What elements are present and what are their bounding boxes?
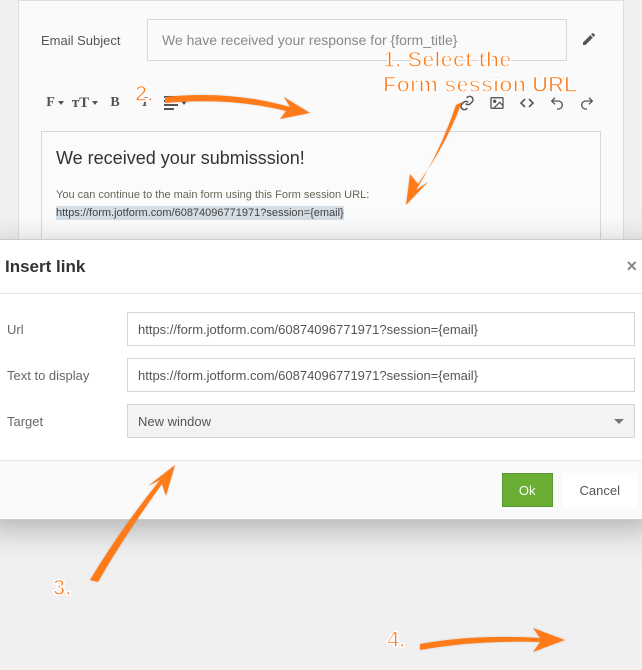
editor-body: You can continue to the main form using … <box>56 187 586 222</box>
size-label: ᴛT <box>72 95 89 112</box>
text-to-display-input[interactable] <box>127 358 635 392</box>
target-value: New window <box>138 414 211 429</box>
bold-button[interactable]: B <box>101 89 129 117</box>
font-label: F <box>46 95 55 111</box>
target-select[interactable]: New window <box>127 404 635 438</box>
url-input[interactable] <box>127 312 635 346</box>
email-editor-panel: Email Subject F ᴛT B I We rece <box>18 0 624 268</box>
edit-subject-icon[interactable] <box>581 31 601 50</box>
selected-url-text[interactable]: https://form.jotform.com/60874096771971?… <box>56 206 344 220</box>
text-to-display-label: Text to display <box>7 368 127 383</box>
email-body-editor[interactable]: We received your submisssion! You can co… <box>41 131 601 245</box>
italic-label: I <box>142 95 147 111</box>
dialog-header: Insert link × <box>0 240 642 294</box>
subject-row: Email Subject <box>41 19 601 61</box>
editor-body-text: You can continue to the main form using … <box>56 189 369 201</box>
align-icon <box>164 96 178 110</box>
align-dropdown[interactable] <box>161 89 189 117</box>
font-size-dropdown[interactable]: ᴛT <box>71 89 99 117</box>
subject-label: Email Subject <box>41 33 133 48</box>
font-family-dropdown[interactable]: F <box>41 89 69 117</box>
target-label: Target <box>7 414 127 429</box>
cancel-button[interactable]: Cancel <box>563 473 637 507</box>
undo-button[interactable] <box>543 89 571 117</box>
arrow-step4 <box>415 622 575 661</box>
annotation-step4: 4. <box>387 628 405 653</box>
source-button[interactable] <box>513 89 541 117</box>
dialog-title: Insert link <box>5 257 85 277</box>
bold-label: B <box>110 95 119 111</box>
editor-toolbar: F ᴛT B I <box>41 89 601 125</box>
link-button[interactable] <box>453 89 481 117</box>
image-button[interactable] <box>483 89 511 117</box>
italic-button[interactable]: I <box>131 89 159 117</box>
ok-button[interactable]: Ok <box>502 473 553 507</box>
subject-input[interactable] <box>147 19 567 61</box>
close-icon[interactable]: × <box>626 256 637 277</box>
editor-heading: We received your submisssion! <box>56 148 586 169</box>
insert-link-dialog: Insert link × Url Text to display Target… <box>0 239 642 520</box>
redo-button[interactable] <box>573 89 601 117</box>
annotation-step3: 3. <box>53 576 71 601</box>
url-label: Url <box>7 322 127 337</box>
chevron-down-icon <box>614 419 624 424</box>
